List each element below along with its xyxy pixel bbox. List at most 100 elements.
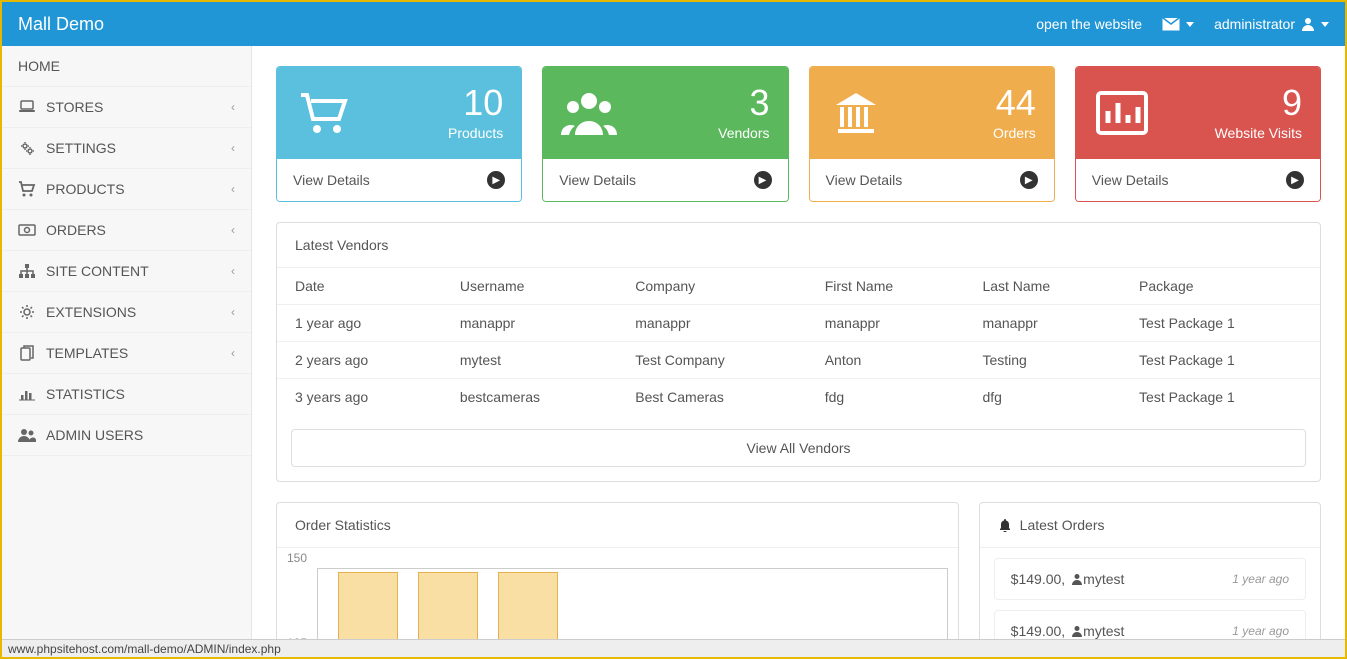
stat-card-vendors: 3 Vendors View Details▶ [542, 66, 788, 202]
stat-cards-row: 10ProductsView Details▶3VendorsView Deta… [276, 66, 1321, 202]
sidebar-item-statistics[interactable]: STATISTICS [2, 374, 251, 415]
table-cell: fdg [807, 379, 965, 416]
sidebar-item-label: TEMPLATES [46, 345, 231, 361]
table-cell: 1 year ago [277, 305, 442, 342]
table-cell: manappr [442, 305, 617, 342]
main-content: 10ProductsView Details▶3VendorsView Deta… [252, 46, 1345, 639]
table-row[interactable]: 1 year agomanapprmanapprmanapprmanapprTe… [277, 305, 1320, 342]
arrow-right-icon: ▶ [487, 171, 505, 189]
view-details-link[interactable]: View Details▶ [543, 159, 787, 201]
sidebar: HOME STORES‹SETTINGS‹PRODUCTS‹ORDERS‹SIT… [2, 46, 252, 639]
chart-icon [18, 387, 36, 401]
view-details-link[interactable]: View Details▶ [277, 159, 521, 201]
stat-value: 9 [1215, 85, 1302, 121]
latest-orders-panel: Latest Orders $149.00, mytest 1 year ago $… [979, 502, 1321, 639]
arrow-right-icon: ▶ [1020, 171, 1038, 189]
top-right-nav: open the website administrator [1036, 16, 1329, 32]
users-icon [561, 85, 617, 141]
stat-label: Products [448, 125, 503, 141]
laptop-icon [18, 100, 36, 114]
table-cell: dfg [964, 379, 1121, 416]
table-cell: Test Package 1 [1121, 305, 1320, 342]
order-item[interactable]: $149.00, mytest1 year ago [994, 558, 1306, 600]
table-cell: manappr [617, 305, 806, 342]
copy-icon [18, 345, 36, 361]
stat-card-orders: 44 Orders View Details▶ [809, 66, 1055, 202]
orders-panel-title: Latest Orders [980, 503, 1320, 548]
table-header: Date [277, 268, 442, 305]
table-row[interactable]: 3 years agobestcamerasBest Camerasfdgdfg… [277, 379, 1320, 416]
gears-icon [18, 140, 36, 156]
table-cell: Anton [807, 342, 965, 379]
chevron-left-icon: ‹ [231, 141, 235, 155]
chevron-left-icon: ‹ [231, 223, 235, 237]
caret-down-icon [1186, 22, 1194, 27]
order-item[interactable]: $149.00, mytest 1 year ago [994, 610, 1306, 639]
sidebar-item-stores[interactable]: STORES‹ [2, 87, 251, 128]
order-stats-chart: 150 125 [277, 548, 958, 639]
sidebar-home-label: HOME [18, 58, 235, 74]
user-icon [1301, 17, 1315, 31]
bank-icon [828, 85, 884, 141]
sidebar-home[interactable]: HOME [2, 46, 251, 87]
table-header: First Name [807, 268, 965, 305]
sidebar-item-site-content[interactable]: SITE CONTENT‹ [2, 251, 251, 292]
table-cell: Testing [964, 342, 1121, 379]
chart-icon [1094, 85, 1150, 141]
table-header: Username [442, 268, 617, 305]
view-all-vendors-button[interactable]: View All Vendors [291, 429, 1306, 467]
chevron-left-icon: ‹ [231, 100, 235, 114]
sidebar-item-settings[interactable]: SETTINGS‹ [2, 128, 251, 169]
order-price: $149.00, [1011, 571, 1066, 587]
caret-down-icon [1321, 22, 1329, 27]
chart-bar [418, 572, 478, 639]
chart-bar [498, 572, 558, 639]
view-details-link[interactable]: View Details▶ [1076, 159, 1320, 201]
sun-icon [18, 304, 36, 320]
sidebar-item-label: PRODUCTS [46, 181, 231, 197]
brand-title: Mall Demo [18, 14, 104, 35]
table-row[interactable]: 2 years agomytestTest CompanyAntonTestin… [277, 342, 1320, 379]
chevron-left-icon: ‹ [231, 264, 235, 278]
table-header: Package [1121, 268, 1320, 305]
sidebar-item-label: ADMIN USERS [46, 427, 235, 443]
order-time: 1 year ago [1232, 572, 1289, 586]
envelope-icon [1162, 17, 1180, 31]
sidebar-item-templates[interactable]: TEMPLATES‹ [2, 333, 251, 374]
order-time: 1 year ago [1232, 624, 1289, 638]
order-price: $149.00, [1011, 623, 1066, 639]
sidebar-item-extensions[interactable]: EXTENSIONS‹ [2, 292, 251, 333]
sidebar-item-orders[interactable]: ORDERS‹ [2, 210, 251, 251]
sidebar-item-label: ORDERS [46, 222, 231, 238]
vendors-panel-title: Latest Vendors [277, 223, 1320, 268]
messages-link[interactable] [1162, 17, 1194, 31]
stat-value: 3 [718, 85, 769, 121]
vendors-table: DateUsernameCompanyFirst NameLast NamePa… [277, 268, 1320, 415]
table-cell: manappr [964, 305, 1121, 342]
user-icon [1071, 573, 1083, 585]
stat-card-website-visits: 9Website VisitsView Details▶ [1075, 66, 1321, 202]
user-label: administrator [1214, 16, 1295, 32]
chart-bar [338, 572, 398, 639]
stat-card-products: 10ProductsView Details▶ [276, 66, 522, 202]
view-details-link[interactable]: View Details▶ [810, 159, 1054, 201]
stat-label: Orders [993, 125, 1036, 141]
sidebar-item-label: SITE CONTENT [46, 263, 231, 279]
stat-label: Vendors [718, 125, 769, 141]
stats-panel-title: Order Statistics [277, 503, 958, 548]
open-website-link[interactable]: open the website [1036, 16, 1142, 32]
sidebar-item-label: EXTENSIONS [46, 304, 231, 320]
sidebar-item-admin-users[interactable]: ADMIN USERS [2, 415, 251, 456]
table-cell: 2 years ago [277, 342, 442, 379]
sidebar-item-products[interactable]: PRODUCTS‹ [2, 169, 251, 210]
chart-ytick: 150 [287, 551, 307, 565]
order-statistics-panel: Order Statistics 150 125 [276, 502, 959, 639]
sidebar-item-label: STATISTICS [46, 386, 235, 402]
table-cell: Best Cameras [617, 379, 806, 416]
order-user: mytest [1083, 623, 1124, 639]
sitemap-icon [18, 264, 36, 278]
stat-value: 44 [993, 85, 1036, 121]
bell-icon [998, 518, 1012, 532]
user-menu[interactable]: administrator [1214, 16, 1329, 32]
cart-icon [295, 85, 351, 141]
